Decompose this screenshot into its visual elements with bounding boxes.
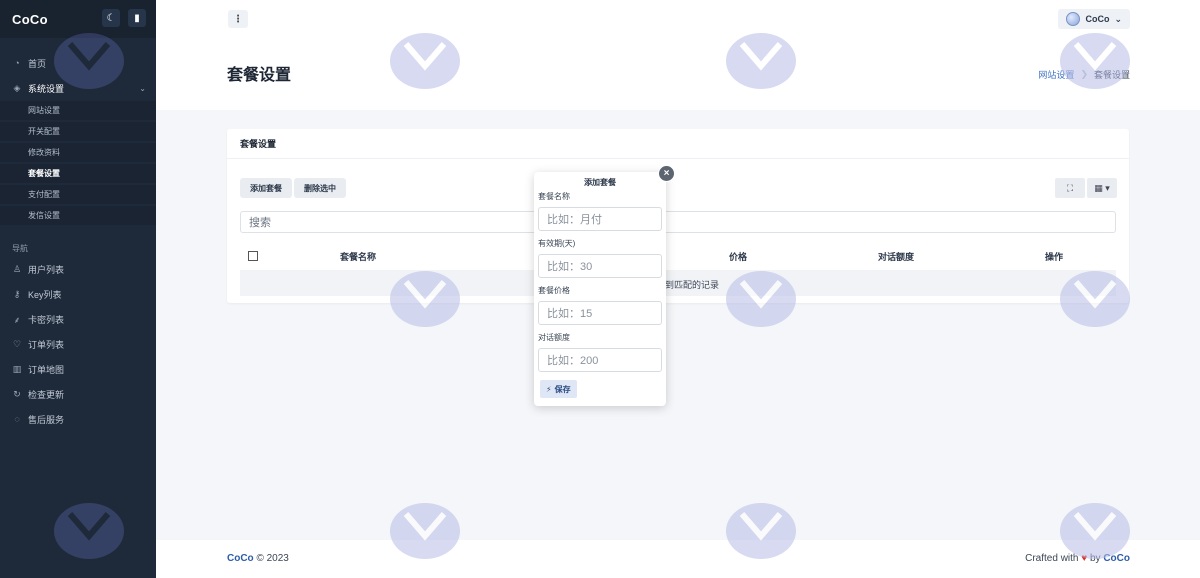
field-label: 套餐价格 bbox=[538, 286, 570, 295]
chat-quota-input[interactable]: 比如：200 bbox=[538, 348, 662, 372]
more-menu-button[interactable]: ⋮ bbox=[228, 10, 248, 28]
sidebar-item-label: Key列表 bbox=[28, 289, 62, 300]
search-input[interactable]: 搜索 bbox=[240, 211, 1116, 233]
sidebar-item-label: 首页 bbox=[28, 58, 47, 69]
footer-copyright: CoCo © 2023 bbox=[227, 553, 289, 564]
sidebar-sub-mail-settings[interactable]: 发信设置 bbox=[0, 206, 156, 225]
moon-icon[interactable]: ☾ bbox=[102, 9, 120, 27]
chat-icon: ◌ bbox=[14, 414, 20, 424]
sidebar-item-label: 系统设置 bbox=[28, 83, 65, 94]
close-icon[interactable]: × bbox=[658, 165, 675, 182]
add-package-button[interactable]: 添加套餐 bbox=[240, 178, 292, 198]
pin-icon[interactable]: ▮ bbox=[128, 9, 146, 27]
key-icon: ⚷ bbox=[13, 288, 21, 299]
footer: CoCo © 2023 Crafted with ♥ by CoCo bbox=[156, 540, 1200, 578]
page-header: 套餐设置 网站设置 ❯ 套餐设置 bbox=[156, 38, 1200, 110]
credit-text: Crafted with bbox=[1025, 553, 1079, 564]
footer-brand-link[interactable]: CoCo bbox=[1103, 553, 1130, 564]
sidebar-item-cards[interactable]: ⸙ 卡密列表 bbox=[0, 309, 156, 329]
sidebar-item-label: 售后服务 bbox=[28, 414, 65, 425]
chevron-down-icon: ⌄ bbox=[139, 83, 146, 93]
sidebar-item-support[interactable]: ◌ 售后服务 bbox=[0, 409, 156, 429]
sidebar-item-system-settings[interactable]: ◈ 系统设置 ⌄ bbox=[0, 78, 156, 98]
user-menu-button[interactable]: CoCo ⌄ bbox=[1058, 9, 1130, 29]
sidebar: CoCo ☾ ▮ ◔ 首页 ◈ 系统设置 ⌄ 网站设置 开关配置 修改资料 套餐… bbox=[0, 0, 156, 578]
sidebar-sub-site-settings[interactable]: 网站设置 bbox=[0, 101, 156, 120]
empty-message: 到匹配的记录 bbox=[665, 280, 720, 290]
delete-selected-button[interactable]: 删除选中 bbox=[294, 178, 346, 198]
package-price-input[interactable]: 比如：15 bbox=[538, 301, 662, 325]
avatar bbox=[1066, 12, 1081, 26]
add-package-dialog: 添加套餐 套餐名称 比如：月付 有效期(天) 比如：30 套餐价格 比如：15 … bbox=[534, 172, 666, 406]
top-bar: ⋮ CoCo ⌄ bbox=[156, 0, 1200, 39]
column-header[interactable]: 套餐名称 bbox=[340, 250, 376, 263]
vertical-dots-icon: ⋮ bbox=[233, 13, 243, 25]
nav-section-label: 导航 bbox=[12, 244, 28, 253]
dashboard-icon: ◔ bbox=[14, 58, 20, 68]
select-all-checkbox[interactable] bbox=[248, 251, 258, 261]
sidebar-sub-edit-profile[interactable]: 修改资料 bbox=[0, 143, 156, 162]
sidebar-item-order-map[interactable]: ▥ 订单地图 bbox=[0, 359, 156, 379]
copyright-text: © 2023 bbox=[256, 553, 289, 564]
column-header[interactable]: 价格 bbox=[729, 250, 747, 263]
breadcrumb: 网站设置 ❯ 套餐设置 bbox=[1038, 68, 1130, 81]
user-name: CoCo bbox=[1085, 14, 1110, 24]
field-label: 有效期(天) bbox=[538, 239, 576, 248]
table-toolbar: ⛶ ▦ ▾ bbox=[1055, 178, 1117, 198]
fullscreen-icon[interactable]: ⛶ bbox=[1055, 178, 1085, 198]
save-label: 保存 bbox=[554, 384, 571, 394]
field-label: 对话额度 bbox=[538, 333, 570, 342]
field-label: 套餐名称 bbox=[538, 192, 570, 201]
heart-icon: ♡ bbox=[12, 338, 22, 349]
sidebar-sub-switch-config[interactable]: 开关配置 bbox=[0, 122, 156, 141]
footer-brand-link[interactable]: CoCo bbox=[227, 553, 254, 564]
layers-icon: ◈ bbox=[13, 82, 21, 93]
sidebar-item-label: 订单地图 bbox=[28, 364, 65, 375]
columns-toggle-icon[interactable]: ▦ ▾ bbox=[1087, 178, 1117, 198]
sidebar-item-label: 订单列表 bbox=[28, 339, 65, 350]
sidebar-item-label: 用户列表 bbox=[28, 264, 65, 275]
sidebar-item-check-update[interactable]: ↻ 检查更新 bbox=[0, 384, 156, 404]
breadcrumb-current: 套餐设置 bbox=[1093, 70, 1130, 80]
bolt-icon: ⚡ bbox=[546, 384, 552, 394]
column-header: 操作 bbox=[1045, 252, 1064, 262]
credit-by: by bbox=[1089, 553, 1101, 564]
save-button[interactable]: ⚡ 保存 bbox=[540, 380, 577, 398]
sidebar-sub-payment-config[interactable]: 支付配置 bbox=[0, 185, 156, 204]
column-header[interactable]: 对话额度 bbox=[878, 250, 914, 263]
feather-icon: ⸙ bbox=[13, 314, 21, 325]
sidebar-sub-package-settings[interactable]: 套餐设置 bbox=[0, 164, 156, 183]
sidebar-item-home[interactable]: ◔ 首页 bbox=[0, 53, 156, 73]
card-title: 套餐设置 bbox=[227, 129, 1129, 159]
package-card: 套餐设置 添加套餐 删除选中 ⛶ ▦ ▾ 搜索 套餐名称 价格 对话额度 操作 … bbox=[227, 129, 1129, 303]
page-title: 套餐设置 bbox=[227, 67, 292, 84]
sidebar-item-label: 卡密列表 bbox=[28, 314, 65, 325]
refresh-icon: ↻ bbox=[13, 388, 21, 399]
table-header: 套餐名称 价格 对话额度 操作 bbox=[240, 246, 1116, 266]
validity-days-input[interactable]: 比如：30 bbox=[538, 254, 662, 278]
dialog-title: 添加套餐 bbox=[584, 178, 616, 187]
map-icon: ▥ bbox=[12, 363, 22, 374]
footer-credit: Crafted with ♥ by CoCo bbox=[1025, 553, 1130, 564]
users-icon: ♙ bbox=[12, 263, 22, 274]
heart-icon: ♥ bbox=[1081, 553, 1088, 564]
brand-logo[interactable]: CoCo bbox=[12, 12, 48, 27]
package-name-input[interactable]: 比如：月付 bbox=[538, 207, 662, 231]
sidebar-header: CoCo ☾ ▮ bbox=[0, 0, 156, 38]
sidebar-item-users[interactable]: ♙ 用户列表 bbox=[0, 259, 156, 279]
sidebar-item-orders[interactable]: ♡ 订单列表 bbox=[0, 334, 156, 354]
breadcrumb-separator-icon: ❯ bbox=[1080, 69, 1088, 79]
sidebar-item-keys[interactable]: ⚷ Key列表 bbox=[0, 284, 156, 304]
table-empty-row: 到匹配的记录 bbox=[240, 270, 1116, 296]
sidebar-item-label: 检查更新 bbox=[28, 389, 65, 400]
chevron-down-icon: ⌄ bbox=[1114, 13, 1122, 24]
breadcrumb-link[interactable]: 网站设置 bbox=[1038, 68, 1074, 81]
